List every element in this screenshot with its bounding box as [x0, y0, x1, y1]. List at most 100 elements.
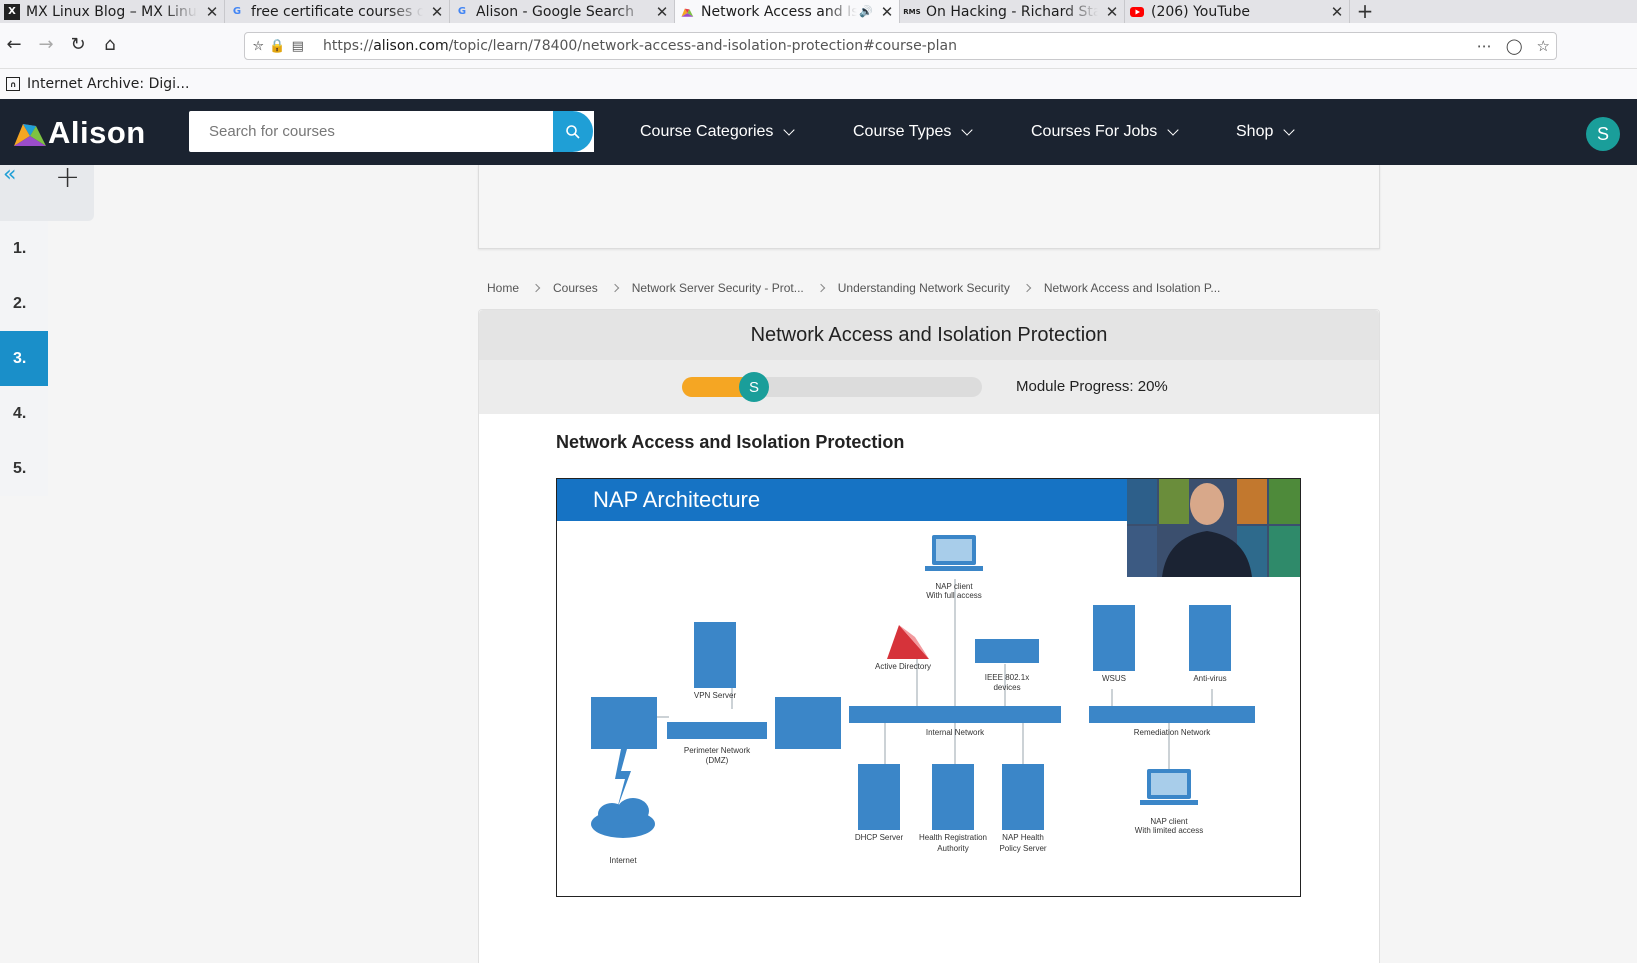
breadcrumb-item[interactable]: Home — [487, 281, 519, 295]
pocket-icon[interactable]: ◯ — [1506, 37, 1523, 55]
url-text[interactable]: https://alison.com/topic/learn/78400/net… — [323, 38, 957, 54]
presenter-video-inset — [1127, 479, 1300, 577]
speaker-icon[interactable]: 🔊 — [859, 5, 873, 18]
google-icon: G — [232, 6, 242, 17]
browser-tab[interactable]: RMS On Hacking - Richard Stallman ✕ — [900, 0, 1125, 23]
mx-linux-icon: X — [4, 3, 20, 20]
browser-tab[interactable]: Network Access and Isolation🔊 ✕ — [675, 0, 900, 23]
ad-banner — [478, 165, 1380, 249]
diagram-label: With full access — [926, 591, 982, 600]
lesson-title: Network Access and Isolation Protection — [556, 432, 905, 452]
address-bar[interactable]: ⛦ 🔒 ▤ https://alison.com/topic/learn/784… — [244, 32, 1557, 60]
menu-course-types[interactable]: Course Types — [853, 123, 974, 141]
page-actions-icon[interactable]: ⋯ — [1477, 37, 1492, 55]
browser-tab-title: Network Access and Isolation — [701, 3, 857, 20]
bookmark-star-icon[interactable]: ☆ — [1537, 37, 1550, 55]
close-tab-icon[interactable]: ✕ — [429, 3, 445, 21]
alison-icon — [679, 4, 695, 20]
add-icon[interactable]: + — [55, 160, 80, 195]
module-list: 1. 2. 3. 4. 5. — [0, 221, 48, 496]
module-item[interactable]: 1. — [0, 221, 48, 276]
forward-icon[interactable]: → — [34, 33, 58, 57]
chevron-right-icon — [816, 283, 825, 293]
breadcrumb-item[interactable]: Courses — [553, 281, 598, 295]
module-item[interactable]: 4. — [0, 386, 48, 441]
youtube-icon — [1129, 4, 1145, 20]
chevron-right-icon — [1022, 283, 1032, 293]
module-progress-bar: S — [682, 372, 982, 402]
browser-tab[interactable]: (206) YouTube ✕ — [1125, 0, 1350, 23]
browser-nav-bar: ← → ↻ ⌂ ⛦ 🔒 ▤ https://alison.com/topic/l… — [0, 23, 1637, 69]
browser-tab[interactable]: X MX Linux Blog – MX Linux ✕ — [0, 0, 225, 23]
user-avatar[interactable]: S — [1586, 117, 1620, 151]
diagram-label: Internet — [609, 856, 637, 865]
menu-courses-for-jobs[interactable]: Courses For Jobs — [1031, 123, 1179, 141]
diagram-label: Health Registration — [919, 833, 987, 842]
menu-shop[interactable]: Shop — [1236, 123, 1296, 141]
google-icon: G — [457, 6, 467, 17]
diagram-label: devices — [993, 683, 1020, 692]
browser-tab-title: Alison - Google Search — [476, 3, 634, 20]
module-card: Network Access and Isolation Protection … — [478, 309, 1380, 963]
module-title: Network Access and Isolation Protection — [479, 310, 1379, 360]
chevron-right-icon — [531, 283, 541, 293]
browser-tab[interactable]: G Alison - Google Search ✕ — [450, 0, 675, 23]
diagram-label: VPN Server — [694, 691, 737, 700]
course-search-box[interactable] — [189, 111, 594, 152]
close-tab-icon[interactable]: ✕ — [204, 3, 220, 21]
home-icon[interactable]: ⌂ — [98, 33, 122, 57]
module-progress-row: S Module Progress: 20% — [479, 360, 1379, 414]
breadcrumb: Home Courses Network Server Security - Pro… — [487, 281, 1220, 295]
diagram-label: Remediation Network — [1134, 728, 1211, 737]
diagram-label: WSUS — [1102, 674, 1126, 683]
search-icon — [566, 124, 580, 139]
breadcrumb-item[interactable]: Network Access and Isolation P... — [1044, 281, 1221, 295]
back-icon[interactable]: ← — [2, 33, 26, 57]
browser-tab[interactable]: Gfree certificate courses online ✕ — [225, 0, 450, 23]
chevron-down-icon — [783, 123, 796, 136]
bookmark-internet-archive[interactable]: Internet Archive: Digi... — [27, 76, 189, 92]
module-item[interactable]: 3. — [0, 331, 48, 386]
breadcrumb-item[interactable]: Network Server Security - Prot... — [632, 281, 804, 295]
page-icon[interactable]: ▤ — [292, 39, 304, 54]
diagram-label: Anti-virus — [1193, 674, 1226, 683]
diagram-label: With limited access — [1135, 826, 1203, 835]
rms-icon: RMS — [903, 7, 921, 16]
close-tab-icon[interactable]: ✕ — [1104, 3, 1120, 21]
menu-course-categories[interactable]: Course Categories — [640, 123, 796, 141]
close-tab-icon[interactable]: ✕ — [1329, 3, 1345, 21]
browser-tab-title: MX Linux Blog – MX Linux — [26, 3, 198, 20]
slide-title: NAP Architecture — [557, 479, 1127, 521]
diagram-label: NAP Health — [1002, 833, 1044, 842]
module-item[interactable]: 5. — [0, 441, 48, 496]
alison-logo[interactable]: Alison — [10, 115, 146, 151]
search-button[interactable] — [553, 111, 593, 152]
shield-icon[interactable]: ⛦ — [253, 39, 263, 54]
module-item[interactable]: 2. — [0, 276, 48, 331]
diagram-label: Perimeter Network — [684, 746, 751, 755]
diagram-label: Authority — [937, 844, 969, 853]
diagram-label: NAP client — [935, 582, 973, 591]
diagram-label: NAP client — [1150, 817, 1188, 826]
diagram-label: (DMZ) — [706, 756, 729, 765]
lock-icon[interactable]: 🔒 — [269, 39, 285, 54]
browser-tab-title: On Hacking - Richard Stallman — [926, 3, 1098, 20]
breadcrumb-item[interactable]: Understanding Network Security — [838, 281, 1010, 295]
search-input[interactable] — [189, 111, 553, 152]
alison-logo-icon — [14, 124, 46, 146]
module-progress-label: Module Progress: 20% — [1016, 378, 1168, 395]
diagram-label: Internal Network — [926, 728, 985, 737]
diagram-label: Active Directory — [875, 662, 931, 671]
lesson-video[interactable]: NAP Architecture NAP client With full ac… — [556, 478, 1301, 897]
collapse-sidebar-icon[interactable]: « — [3, 162, 16, 187]
diagram-label: DHCP Server — [855, 833, 904, 842]
new-tab-icon[interactable]: + — [1350, 0, 1380, 23]
chevron-down-icon — [961, 123, 974, 136]
close-tab-icon[interactable]: ✕ — [879, 3, 895, 21]
progress-avatar: S — [739, 372, 769, 402]
reload-icon[interactable]: ↻ — [66, 33, 90, 57]
bookmarks-bar: ∩ Internet Archive: Digi... — [0, 69, 1637, 99]
chevron-down-icon — [1167, 123, 1179, 136]
close-tab-icon[interactable]: ✕ — [654, 3, 670, 21]
archive-icon: ∩ — [6, 77, 20, 91]
